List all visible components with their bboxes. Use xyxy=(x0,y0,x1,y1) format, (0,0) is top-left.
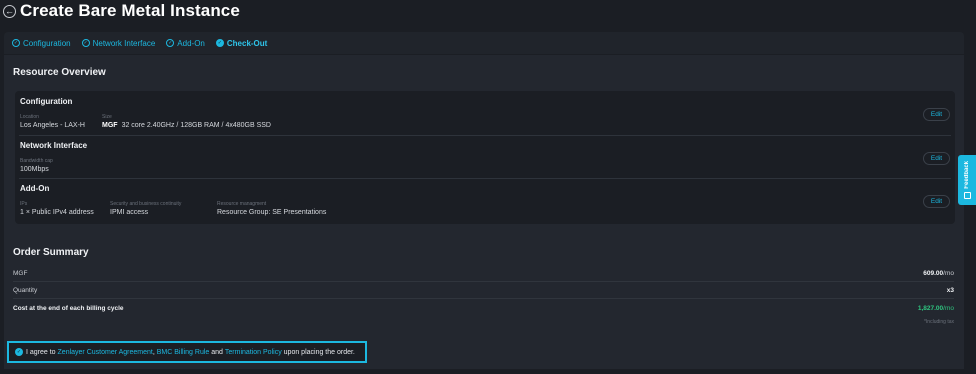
agreement-and: and xyxy=(211,348,223,356)
total-suffix: /mo xyxy=(943,305,954,312)
summary-row-mgf: MGF 609.00/mo xyxy=(13,265,954,282)
add-on-title: Add-On xyxy=(20,184,50,193)
edit-configuration-button[interactable]: Edit xyxy=(923,108,950,121)
feedback-label: Feedback xyxy=(964,161,970,189)
configuration-row: Configuration Location Los Angeles - LAX… xyxy=(15,91,955,134)
agreement-prefix: I agree to xyxy=(26,348,56,356)
quantity-value: x3 xyxy=(946,286,954,294)
feedback-tab[interactable]: Feedback xyxy=(958,155,976,205)
resource-overview-title: Resource Overview xyxy=(13,67,106,78)
bandwidth-label: Bandwidth cap xyxy=(20,158,53,164)
check-circle-icon: ✓ xyxy=(215,39,224,47)
summary-row-quantity: Quantity x3 xyxy=(13,282,954,299)
step-label: Network Interface xyxy=(92,38,156,48)
size-value: MGF 32 core 2.40GHz / 128GB RAM / 4x480GB… xyxy=(102,122,271,129)
agreement-suffix: upon placing the order. xyxy=(283,348,355,356)
check-circle-icon: ✓ xyxy=(12,39,20,47)
ips-value: 1 × Public IPv4 address xyxy=(20,209,94,216)
order-summary-title: Order Summary xyxy=(13,247,89,258)
checkout-panel: Resource Overview Configuration Location… xyxy=(4,55,964,369)
page-header: ← Create Bare Metal Instance xyxy=(0,0,976,28)
size-field: Size MGF 32 core 2.40GHz / 128GB RAM / 4x… xyxy=(102,114,271,129)
agreement-separator: , xyxy=(152,348,155,356)
edit-add-on-button[interactable]: Edit xyxy=(923,195,950,208)
location-label: Location xyxy=(20,114,39,120)
security-value: IPMI access xyxy=(110,209,149,216)
edit-network-button[interactable]: Edit xyxy=(923,152,950,165)
network-interface-title: Network Interface xyxy=(20,141,88,150)
summary-label: MGF xyxy=(13,269,28,277)
summary-label: Quantity xyxy=(13,286,38,294)
step-add-on[interactable]: ✓ Add-On xyxy=(166,39,205,48)
customer-agreement-link[interactable]: Zenlayer Customer Agreement xyxy=(58,349,153,356)
billing-rule-link[interactable]: BMC Billing Rule xyxy=(157,349,210,356)
page-title: Create Bare Metal Instance xyxy=(20,1,240,20)
price-suffix: /mo xyxy=(943,269,954,277)
size-model: MGF xyxy=(102,122,118,129)
resource-management-field: Resource managment Resource Group: SE Pr… xyxy=(217,201,326,216)
resource-management-label: Resource managment xyxy=(217,201,267,207)
step-label: Check-Out xyxy=(226,38,268,48)
ips-field: IPs 1 × Public IPv4 address xyxy=(20,201,94,216)
back-arrow-icon[interactable]: ← xyxy=(3,5,16,18)
security-label: Security and business continuity xyxy=(110,201,182,207)
summary-row-total: Cost at the end of each billing cycle 1,… xyxy=(13,300,954,317)
step-configuration[interactable]: ✓ Configuration xyxy=(12,39,71,48)
price-value: 609.00 xyxy=(923,269,944,277)
termination-policy-link[interactable]: Termination Policy xyxy=(225,349,282,356)
step-network-interface[interactable]: ✓ Network Interface xyxy=(81,38,156,48)
check-circle-icon: ✓ xyxy=(166,39,175,47)
summary-value: 609.00/mo xyxy=(923,270,954,277)
location-field: Location Los Angeles - LAX-H xyxy=(20,114,85,129)
total-label: Cost at the end of each billing cycle xyxy=(13,305,124,312)
step-label: Configuration xyxy=(23,38,71,48)
size-spec: 32 core 2.40GHz / 128GB RAM / 4x480GB SS… xyxy=(121,122,271,129)
total-value: 1,827.00/mo xyxy=(918,305,954,312)
total-amount: 1,827.00 xyxy=(917,305,944,312)
feedback-icon xyxy=(963,191,971,199)
bandwidth-value: 100Mbps xyxy=(20,166,49,173)
ips-label: IPs xyxy=(20,201,28,207)
agreement-box: ✓ I agree to Zenlayer Customer Agreement… xyxy=(7,341,367,363)
configuration-title: Configuration xyxy=(20,97,73,106)
bandwidth-field: Bandwidth cap 100Mbps xyxy=(20,158,53,173)
size-label: Size xyxy=(102,114,112,120)
resource-overview-card: Configuration Location Los Angeles - LAX… xyxy=(15,91,955,224)
check-circle-icon: ✓ xyxy=(81,39,90,47)
add-on-row: Add-On IPs 1 × Public IPv4 address Secur… xyxy=(15,178,955,221)
step-check-out[interactable]: ✓ Check-Out xyxy=(215,38,268,48)
location-value: Los Angeles - LAX-H xyxy=(20,122,85,129)
step-progress-bar: ✓ Configuration ✓ Network Interface ✓ Ad… xyxy=(4,32,964,54)
summary-value: x3 xyxy=(947,287,954,294)
step-label: Add-On xyxy=(177,38,205,48)
agreement-checkbox-icon[interactable]: ✓ xyxy=(15,348,23,356)
tax-note: *Including tax xyxy=(923,319,954,325)
security-field: Security and business continuity IPMI ac… xyxy=(110,201,181,216)
network-interface-row: Network Interface Bandwidth cap 100Mbps … xyxy=(15,135,955,178)
resource-management-value: Resource Group: SE Presentations xyxy=(217,209,327,216)
